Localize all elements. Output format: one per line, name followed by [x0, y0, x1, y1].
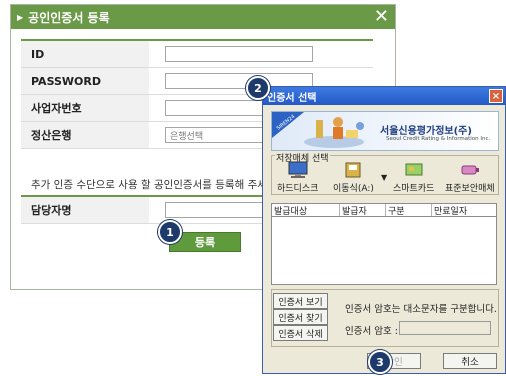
col-issuer[interactable]: 발급자 [340, 204, 386, 217]
smartcard-icon [405, 163, 423, 176]
removable-drive-icon [345, 162, 361, 178]
security-token-icon [461, 165, 479, 175]
col-expiry[interactable]: 만료일자 [432, 204, 496, 217]
password-note: 인증서 암호는 대소문자를 구분합니다. [345, 304, 497, 315]
media-harddisk-label: 하드디스크 [277, 184, 319, 194]
certificate-select-window: 인증서 선택 × SIREN24 서울신용평가정보(주) Seoul Credi… [262, 86, 506, 374]
id-label: ID [21, 41, 149, 67]
certificate-password-input[interactable] [399, 321, 491, 335]
password-label: PASSWORD [21, 68, 149, 94]
delete-certificate-button[interactable]: 인증서 삭제 [273, 325, 328, 341]
media-removable[interactable]: 이동식(A:) [333, 161, 374, 194]
media-harddisk[interactable]: 하드디스크 [277, 161, 318, 194]
cancel-button[interactable]: 취소 [443, 353, 497, 369]
window-close-icon[interactable]: × [489, 89, 503, 103]
col-type[interactable]: 구분 [386, 204, 432, 217]
banner-logo-icon: SIREN24 [272, 112, 364, 148]
dialog-title: 공인인증서 등록 [28, 10, 110, 25]
certificate-password-label: 인증서 암호 : [345, 326, 398, 337]
certificate-list[interactable]: 발급대상 발급자 구분 만료일자 [271, 203, 497, 285]
certificate-list-header: 발급대상 발급자 구분 만료일자 [272, 204, 496, 217]
provider-name-en: Seoul Credit Rating & Information Inc. [386, 136, 491, 142]
media-removable-label: 이동식(A:) [333, 184, 374, 194]
triangle-bullet-icon: ▶ [17, 12, 24, 22]
id-input[interactable] [165, 46, 313, 62]
view-certificate-button[interactable]: 인증서 보기 [273, 293, 328, 309]
find-certificate-button[interactable]: 인증서 찾기 [273, 309, 328, 325]
window-title: 인증서 선택 [267, 92, 317, 104]
bank-label: 정산은행 [21, 122, 149, 148]
media-secure-token[interactable]: 표준보안매체 [445, 161, 495, 194]
manager-label: 담당자명 [21, 197, 149, 223]
close-icon[interactable]: ✕ [374, 6, 389, 28]
monitor-icon [288, 161, 308, 178]
media-smartcard-label: 스마트카드 [393, 184, 435, 194]
provider-banner: SIREN24 서울신용평가정보(주) Seoul Credit Rating … [271, 111, 499, 151]
id-row: ID [21, 41, 373, 68]
step-badge-1: 1 [158, 220, 182, 244]
media-secure-token-label: 표준보안매체 [445, 184, 495, 194]
chevron-down-icon[interactable]: ▼ [381, 173, 387, 182]
register-note: 추가 인증 수단으로 사용 할 공인인증서를 등록해 주세요. [31, 179, 280, 191]
dialog-title-bar: ▶ 공인인증서 등록 [11, 5, 395, 29]
media-smartcard[interactable]: 스마트카드 [393, 161, 434, 194]
step-badge-2: 2 [246, 76, 270, 100]
provider-name: 서울신용평가정보(주) [380, 126, 472, 137]
window-title-bar: 인증서 선택 [263, 87, 505, 105]
col-subject[interactable]: 발급대상 [272, 204, 340, 217]
step-badge-3: 3 [368, 350, 392, 374]
business-number-label: 사업자번호 [21, 95, 149, 121]
